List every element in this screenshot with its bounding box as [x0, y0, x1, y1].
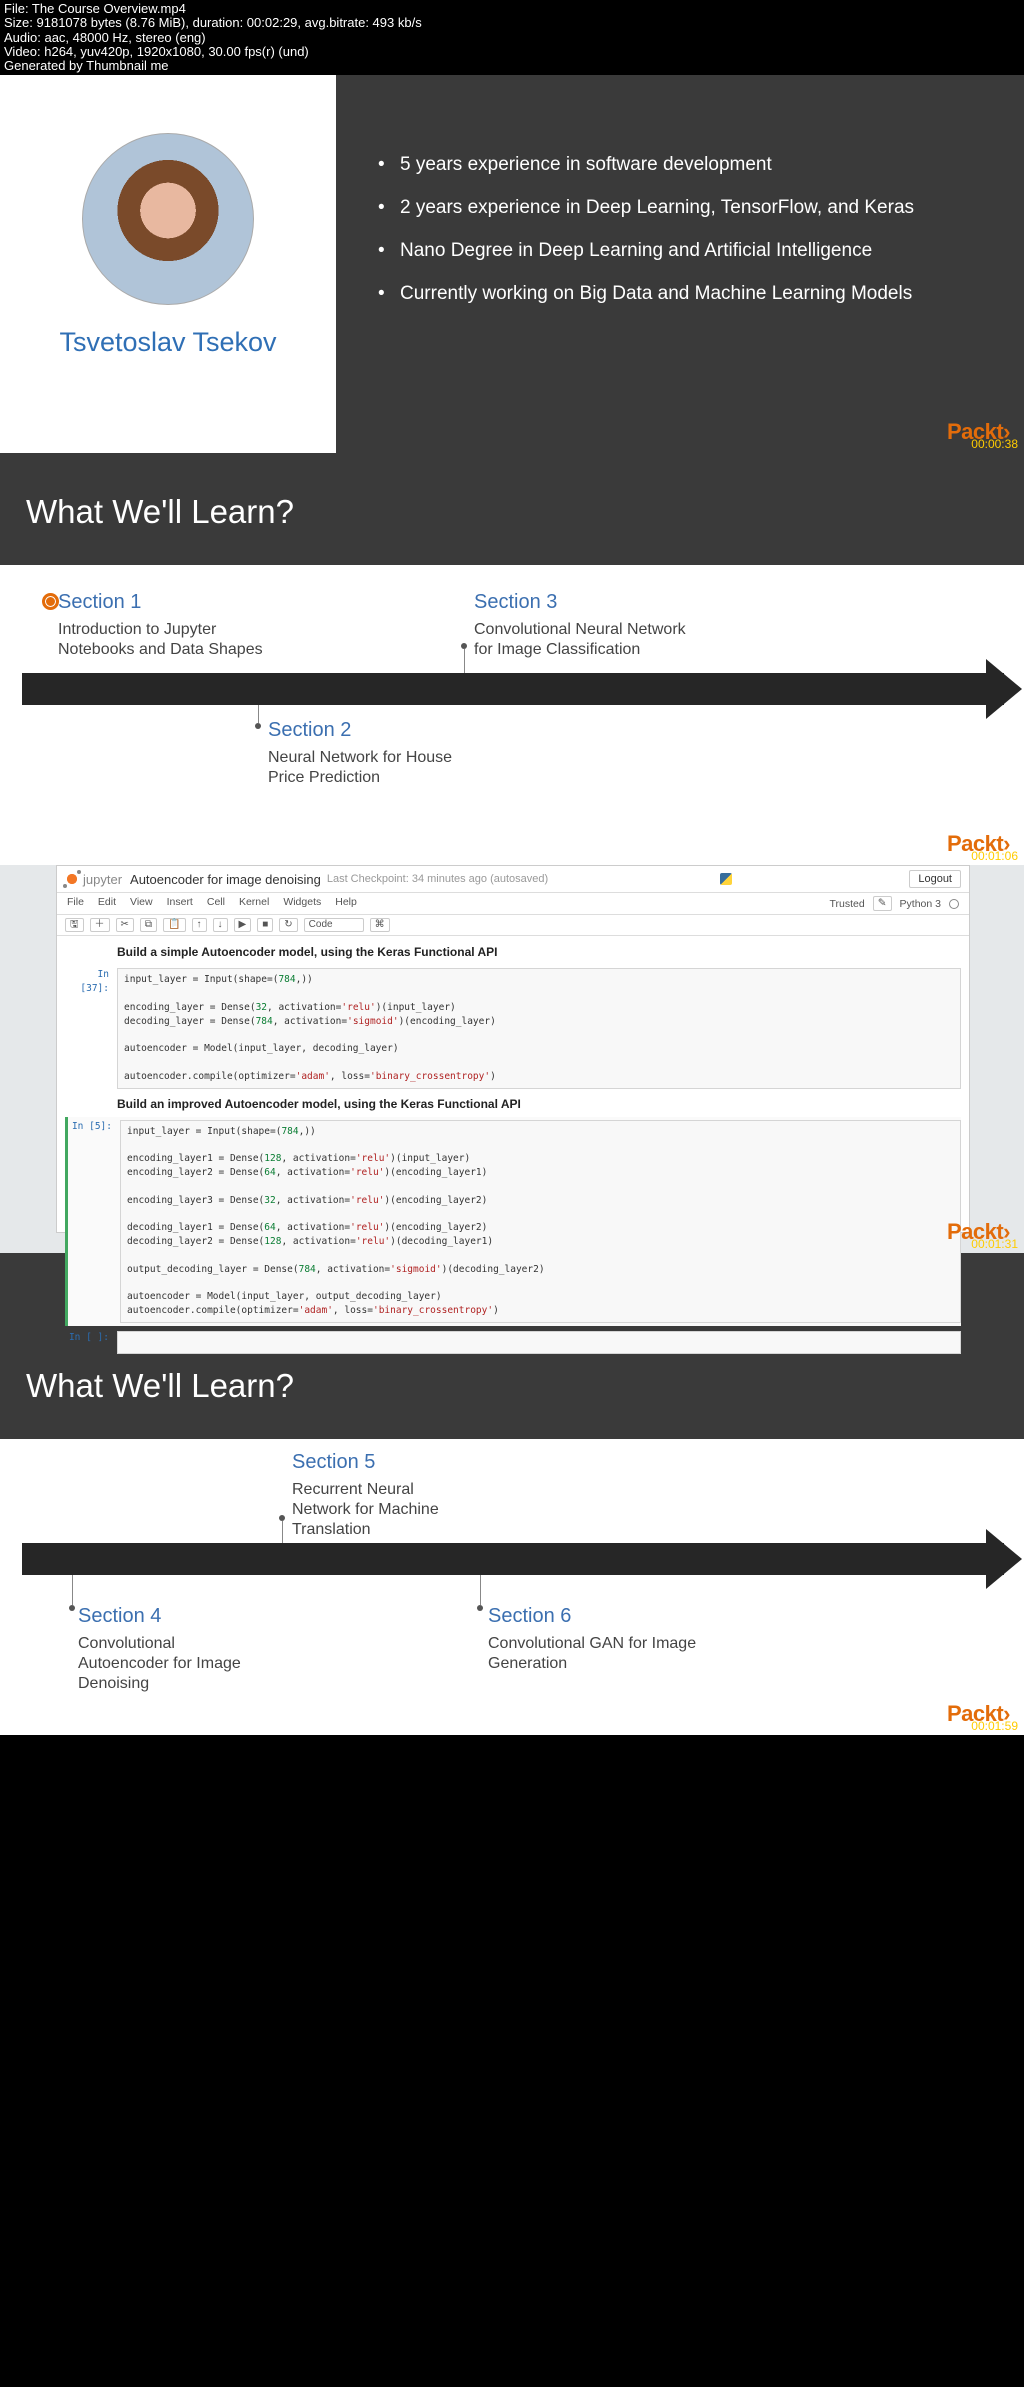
- logout-button[interactable]: Logout: [909, 870, 961, 888]
- jupyter-header: jupyter Autoencoder for image denoising …: [57, 866, 969, 893]
- section-heading: Section 5: [292, 1451, 472, 1474]
- timeline-arrow: [22, 1543, 1004, 1575]
- timeline-tick: [480, 1575, 481, 1605]
- jupyter-window: jupyter Autoencoder for image denoising …: [56, 865, 970, 1233]
- slide-title: What We'll Learn?: [26, 493, 998, 531]
- cut-icon[interactable]: ✂: [116, 918, 134, 932]
- timeline-tick: [464, 649, 465, 673]
- timeline-tick: [72, 1575, 73, 1605]
- section-5: Section 5 Recurrent Neural Network for M…: [292, 1451, 472, 1540]
- timeline-tick: [282, 1521, 283, 1543]
- cell-prompt: In [5]:: [68, 1120, 120, 1323]
- section-heading: Section 4: [78, 1605, 248, 1628]
- author-avatar: [82, 133, 254, 305]
- section-text: Convolutional Neural Network for Image C…: [474, 620, 689, 660]
- code-cell-active[interactable]: In [5]: input_layer = Input(shape=(784,)…: [65, 1117, 961, 1326]
- bullet-item: Nano Degree in Deep Learning and Artific…: [378, 239, 970, 264]
- author-name: Tsvetoslav Tsekov: [59, 327, 276, 358]
- cell-prompt: In [ ]:: [65, 1331, 117, 1355]
- timeline-1: Section 1 Introduction to Jupyter Notebo…: [0, 565, 1024, 865]
- command-palette-icon[interactable]: ⌘: [370, 918, 390, 932]
- section-text: Introduction to Jupyter Notebooks and Da…: [58, 620, 273, 660]
- slide-jupyter: jupyter Autoencoder for image denoising …: [0, 865, 1024, 1253]
- meta-gen: Generated by Thumbnail me: [4, 59, 1020, 73]
- move-up-icon[interactable]: ↑: [192, 918, 207, 932]
- notebook-body: Build a simple Autoencoder model, using …: [57, 936, 969, 1367]
- timestamp: 00:01:59: [971, 1719, 1018, 1733]
- timeline-arrow: [22, 673, 1004, 705]
- menu-view[interactable]: View: [130, 896, 153, 911]
- timeline-start-dot: [42, 593, 59, 610]
- jupyter-toolbar: 🖫 ＋ ✂ ⧉ 📋 ↑ ↓ ▶ ■ ↻ Code ⌘: [57, 915, 969, 936]
- section-4: Section 4 Convolutional Autoencoder for …: [78, 1605, 248, 1694]
- section-3: Section 3 Convolutional Neural Network f…: [474, 591, 689, 660]
- timeline-2: Section 5 Recurrent Neural Network for M…: [0, 1439, 1024, 1735]
- meta-audio: Audio: aac, 48000 Hz, stereo (eng): [4, 31, 1020, 45]
- paste-icon[interactable]: 📋: [163, 918, 185, 932]
- copy-icon[interactable]: ⧉: [140, 918, 157, 932]
- section-text: Neural Network for House Price Predictio…: [268, 748, 483, 788]
- section-heading: Section 3: [474, 591, 689, 614]
- python-icon: [720, 873, 732, 885]
- video-metadata: File: The Course Overview.mp4 Size: 9181…: [0, 0, 1024, 75]
- menu-insert[interactable]: Insert: [167, 896, 193, 911]
- timestamp: 00:01:06: [971, 849, 1018, 863]
- timestamp: 00:01:31: [971, 1237, 1018, 1251]
- markdown-heading: Build an improved Autoencoder model, usi…: [117, 1096, 961, 1113]
- author-bullets: 5 years experience in software developme…: [336, 75, 1024, 453]
- kernel-name[interactable]: Python 3: [900, 898, 941, 910]
- cell-type-select[interactable]: Code: [304, 918, 364, 932]
- section-1: Section 1 Introduction to Jupyter Notebo…: [58, 591, 273, 660]
- section-heading: Section 2: [268, 719, 483, 742]
- section-text: Convolutional GAN for Image Generation: [488, 1634, 703, 1674]
- section-text: Recurrent Neural Network for Machine Tra…: [292, 1480, 472, 1540]
- menu-widgets[interactable]: Widgets: [283, 896, 321, 911]
- kernel-status-icon: [949, 899, 959, 909]
- bullet-item: Currently working on Big Data and Machin…: [378, 282, 970, 307]
- jupyter-logo-icon: [65, 872, 79, 886]
- restart-icon[interactable]: ↻: [279, 918, 297, 932]
- menu-file[interactable]: File: [67, 896, 84, 911]
- stop-icon[interactable]: ■: [257, 918, 273, 932]
- meta-file: File: The Course Overview.mp4: [4, 2, 1020, 16]
- bullet-item: 5 years experience in software developme…: [378, 153, 970, 178]
- run-icon[interactable]: ▶: [234, 918, 252, 932]
- section-heading: Section 6: [488, 1605, 703, 1628]
- meta-video: Video: h264, yuv420p, 1920x1080, 30.00 f…: [4, 45, 1020, 59]
- section-6: Section 6 Convolutional GAN for Image Ge…: [488, 1605, 703, 1674]
- code-cell-empty[interactable]: In [ ]:: [65, 1328, 961, 1358]
- code-content[interactable]: input_layer = Input(shape=(784,)) encodi…: [120, 1120, 961, 1323]
- menu-kernel[interactable]: Kernel: [239, 896, 269, 911]
- jupyter-brand: jupyter: [83, 872, 122, 887]
- slide-header: What We'll Learn?: [0, 453, 1024, 565]
- timeline-tick: [258, 705, 259, 723]
- code-content[interactable]: input_layer = Input(shape=(784,)) encodi…: [117, 968, 961, 1088]
- slide-title: What We'll Learn?: [26, 1367, 998, 1405]
- author-card: Tsvetoslav Tsekov: [0, 75, 336, 453]
- checkpoint-text: Last Checkpoint: 34 minutes ago (autosav…: [327, 873, 548, 885]
- menu-edit[interactable]: Edit: [98, 896, 116, 911]
- move-down-icon[interactable]: ↓: [213, 918, 228, 932]
- cell-prompt: In [37]:: [65, 968, 117, 1088]
- code-cell[interactable]: In [37]: input_layer = Input(shape=(784,…: [65, 965, 961, 1091]
- slide-author: Tsvetoslav Tsekov 5 years experience in …: [0, 75, 1024, 453]
- bullet-item: 2 years experience in Deep Learning, Ten…: [378, 196, 970, 221]
- add-cell-icon[interactable]: ＋: [90, 918, 110, 932]
- save-icon[interactable]: 🖫: [65, 918, 84, 932]
- menu-cell[interactable]: Cell: [207, 896, 225, 911]
- code-content[interactable]: [117, 1331, 961, 1355]
- edit-icon[interactable]: ✎: [873, 896, 892, 911]
- markdown-heading: Build a simple Autoencoder model, using …: [117, 944, 961, 961]
- timestamp: 00:00:38: [971, 437, 1018, 451]
- meta-size: Size: 9181078 bytes (8.76 MiB), duration…: [4, 16, 1020, 30]
- menu-help[interactable]: Help: [335, 896, 357, 911]
- jupyter-menu-bar: File Edit View Insert Cell Kernel Widget…: [57, 893, 969, 915]
- trusted-label[interactable]: Trusted: [830, 898, 865, 910]
- section-heading: Section 1: [58, 591, 273, 614]
- section-2: Section 2 Neural Network for House Price…: [268, 719, 483, 788]
- section-text: Convolutional Autoencoder for Image Deno…: [78, 1634, 248, 1694]
- notebook-title[interactable]: Autoencoder for image denoising: [130, 872, 321, 887]
